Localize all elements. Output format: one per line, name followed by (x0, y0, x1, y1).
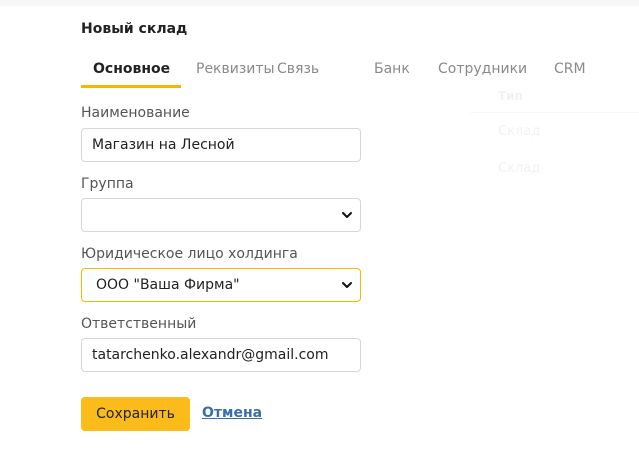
active-tab-indicator (81, 85, 181, 88)
name-label: Наименование (81, 105, 190, 121)
tab-employees[interactable]: Сотрудники (438, 61, 527, 77)
name-input-value: Магазин на Лесной (92, 137, 235, 153)
chevron-down-icon (342, 282, 352, 288)
responsible-input[interactable]: tatarchenko.alexandr@gmail.com (81, 338, 361, 372)
chevron-down-icon (342, 212, 352, 218)
group-label: Группа (81, 176, 134, 192)
save-button[interactable]: Сохранить (81, 397, 190, 431)
cancel-link[interactable]: Отмена (202, 405, 262, 421)
tab-crm[interactable]: CRM (554, 61, 586, 77)
responsible-label: Ответственный (81, 316, 197, 332)
tab-requisites[interactable]: Реквизиты (196, 61, 275, 77)
group-select[interactable] (81, 198, 361, 232)
new-warehouse-modal: Новый склад Основное Реквизиты Связь Бан… (0, 0, 639, 472)
legal-entity-select-value: ООО "Ваша Фирма" (96, 277, 240, 293)
legal-entity-select[interactable]: ООО "Ваша Фирма" (81, 268, 361, 302)
tab-bank[interactable]: Банк (374, 61, 410, 77)
legal-entity-label: Юридическое лицо холдинга (81, 246, 298, 262)
tab-communication[interactable]: Связь (277, 61, 319, 77)
tab-main[interactable]: Основное (93, 61, 170, 77)
responsible-input-value: tatarchenko.alexandr@gmail.com (92, 347, 329, 363)
modal-title: Новый склад (81, 21, 188, 37)
name-input[interactable]: Магазин на Лесной (81, 128, 361, 162)
tab-bar: Основное Реквизиты Связь Банк Сотрудники… (81, 52, 600, 88)
